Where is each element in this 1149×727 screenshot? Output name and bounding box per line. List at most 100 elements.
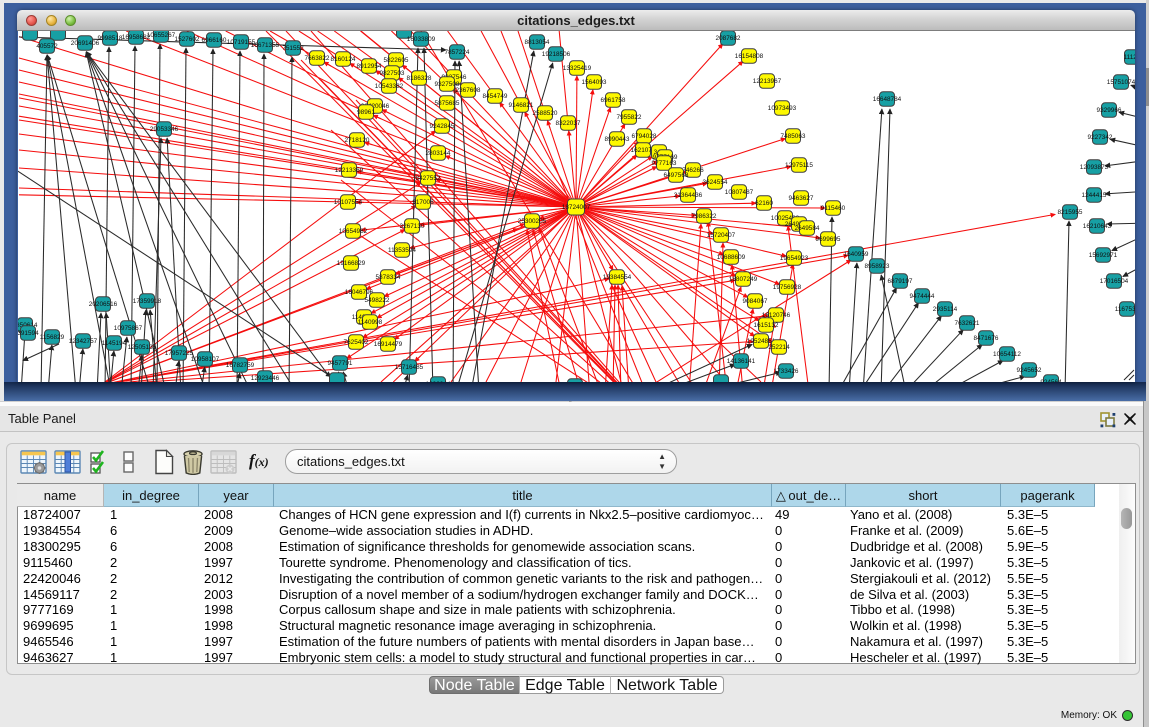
svg-text:9777163: 9777163 bbox=[652, 160, 677, 167]
svg-text:16914479: 16914479 bbox=[374, 341, 403, 348]
svg-text:19654923: 19654923 bbox=[780, 255, 809, 262]
svg-text:5875685: 5875685 bbox=[435, 100, 460, 107]
svg-text:12342757: 12342757 bbox=[69, 338, 98, 345]
svg-text:1564093: 1564093 bbox=[582, 79, 607, 86]
svg-text:17359918: 17359918 bbox=[133, 298, 162, 305]
svg-text:19384554: 19384554 bbox=[603, 274, 632, 281]
svg-text:2718120: 2718120 bbox=[345, 137, 370, 144]
svg-text:17016504: 17016504 bbox=[1100, 278, 1129, 285]
svg-text:9457791: 9457791 bbox=[328, 360, 353, 367]
svg-text:5822605: 5822605 bbox=[384, 57, 409, 64]
svg-text:2803144: 2803144 bbox=[426, 150, 451, 157]
svg-text:8427552: 8427552 bbox=[416, 175, 441, 182]
svg-text:9463627: 9463627 bbox=[789, 195, 814, 202]
svg-text:924564: 924564 bbox=[1040, 379, 1062, 382]
svg-text:6497568: 6497568 bbox=[664, 172, 689, 179]
svg-text:25300205: 25300205 bbox=[518, 218, 547, 225]
svg-text:2367608: 2367608 bbox=[456, 87, 481, 94]
svg-text:1292344: 1292344 bbox=[426, 381, 451, 382]
svg-text:1733426: 1733426 bbox=[774, 368, 799, 375]
svg-text:15720407: 15720407 bbox=[707, 232, 736, 239]
svg-text:9699695: 9699695 bbox=[816, 236, 841, 243]
svg-text:9329966: 9329966 bbox=[1097, 107, 1122, 114]
svg-text:1640959: 1640959 bbox=[844, 251, 869, 258]
svg-text:10655267: 10655267 bbox=[147, 32, 176, 39]
svg-text:10975867: 10975867 bbox=[114, 325, 143, 332]
svg-text:405572: 405572 bbox=[36, 43, 58, 50]
svg-text:2649584: 2649584 bbox=[795, 225, 820, 232]
svg-text:6961758: 6961758 bbox=[601, 97, 626, 104]
svg-text:6794028: 6794028 bbox=[632, 133, 657, 140]
svg-text:7986322: 7986322 bbox=[692, 213, 717, 220]
svg-text:12093873: 12093873 bbox=[1080, 164, 1109, 171]
svg-text:10973493: 10973493 bbox=[768, 105, 797, 112]
svg-text:20691406: 20691406 bbox=[71, 40, 100, 47]
svg-text:2935114: 2935114 bbox=[933, 306, 958, 313]
svg-text:1140998: 1140998 bbox=[358, 319, 383, 326]
svg-text:12923446: 12923446 bbox=[251, 375, 280, 382]
svg-text:19166829: 19166829 bbox=[337, 260, 366, 267]
svg-text:7632621: 7632621 bbox=[955, 320, 980, 327]
svg-text:10688609: 10688609 bbox=[717, 254, 746, 261]
svg-text:10107554: 10107554 bbox=[334, 199, 363, 206]
svg-text:16648784: 16648784 bbox=[873, 96, 902, 103]
svg-text:16154808: 16154808 bbox=[735, 53, 764, 60]
svg-text:1244415: 1244415 bbox=[1082, 192, 1107, 199]
svg-text:98961: 98961 bbox=[357, 109, 375, 116]
svg-text:2588520: 2588520 bbox=[533, 110, 558, 117]
svg-text:9084067: 9084067 bbox=[743, 298, 768, 305]
svg-text:3624554: 3624554 bbox=[703, 179, 728, 186]
svg-text:9474444: 9474444 bbox=[910, 293, 935, 300]
svg-text:6966160: 6966160 bbox=[202, 37, 227, 44]
svg-text:10958107: 10958107 bbox=[191, 356, 220, 363]
svg-text:1167534: 1167534 bbox=[1115, 306, 1135, 313]
svg-text:7857224: 7857224 bbox=[445, 49, 470, 56]
svg-text:1156829: 1156829 bbox=[40, 334, 65, 341]
svg-text:16210643: 16210643 bbox=[1083, 223, 1112, 230]
svg-text:9146821: 9146821 bbox=[509, 102, 534, 109]
svg-text:19756928: 19756928 bbox=[773, 284, 802, 291]
svg-text:9245652: 9245652 bbox=[1017, 367, 1042, 374]
svg-text:8215955: 8215955 bbox=[1058, 209, 1083, 216]
svg-text:12505135: 12505135 bbox=[128, 344, 157, 351]
svg-text:8990443: 8990443 bbox=[605, 136, 630, 143]
svg-text:12975115: 12975115 bbox=[785, 162, 813, 169]
svg-text:16782759: 16782759 bbox=[226, 362, 255, 369]
svg-text:9227342: 9227342 bbox=[1088, 134, 1113, 141]
svg-text:16033809: 16033809 bbox=[407, 36, 436, 43]
svg-text:15692971: 15692971 bbox=[1089, 252, 1118, 259]
svg-text:8471676: 8471676 bbox=[974, 335, 999, 342]
svg-text:21364436: 21364436 bbox=[674, 192, 703, 199]
svg-text:19218506: 19218506 bbox=[542, 51, 571, 58]
svg-text:20206516: 20206516 bbox=[89, 301, 118, 308]
svg-text:252214: 252214 bbox=[768, 344, 790, 351]
svg-text:62160: 62160 bbox=[755, 200, 773, 207]
svg-text:1527602: 1527602 bbox=[175, 36, 200, 43]
svg-text:1615132: 1615132 bbox=[754, 322, 779, 329]
svg-text:9827503: 9827503 bbox=[380, 70, 405, 77]
svg-text:5498222: 5498222 bbox=[365, 297, 390, 304]
svg-text:9242845: 9242845 bbox=[430, 123, 455, 130]
svg-text:6879197: 6879197 bbox=[888, 278, 913, 285]
svg-text:8912954: 8912954 bbox=[357, 63, 382, 70]
svg-text:13325419: 13325419 bbox=[563, 65, 592, 72]
svg-text:7625402: 7625402 bbox=[344, 339, 369, 346]
svg-text:14136141: 14136141 bbox=[727, 358, 756, 365]
svg-text:12213369: 12213369 bbox=[335, 167, 364, 174]
svg-text:10654982: 10654982 bbox=[339, 228, 368, 235]
svg-text:15716485: 15716485 bbox=[395, 364, 424, 371]
svg-text:5878334: 5878334 bbox=[376, 274, 401, 281]
svg-text:391594: 391594 bbox=[18, 330, 39, 337]
svg-text:8322037: 8322037 bbox=[556, 120, 581, 127]
svg-text:16671355: 16671355 bbox=[251, 42, 280, 49]
svg-text:751552: 751552 bbox=[282, 45, 304, 52]
svg-text:10807487: 10807487 bbox=[725, 189, 754, 196]
svg-text:8186328: 8186328 bbox=[407, 75, 432, 82]
svg-text:8454749: 8454749 bbox=[483, 93, 508, 100]
svg-text:8160124: 8160124 bbox=[331, 56, 356, 63]
svg-text:7485063: 7485063 bbox=[781, 133, 806, 140]
svg-text:12213967: 12213967 bbox=[753, 78, 782, 85]
svg-text:3267130: 3267130 bbox=[400, 223, 425, 230]
svg-text:8813054: 8813054 bbox=[525, 39, 550, 46]
svg-text:10654112: 10654112 bbox=[993, 351, 1021, 358]
